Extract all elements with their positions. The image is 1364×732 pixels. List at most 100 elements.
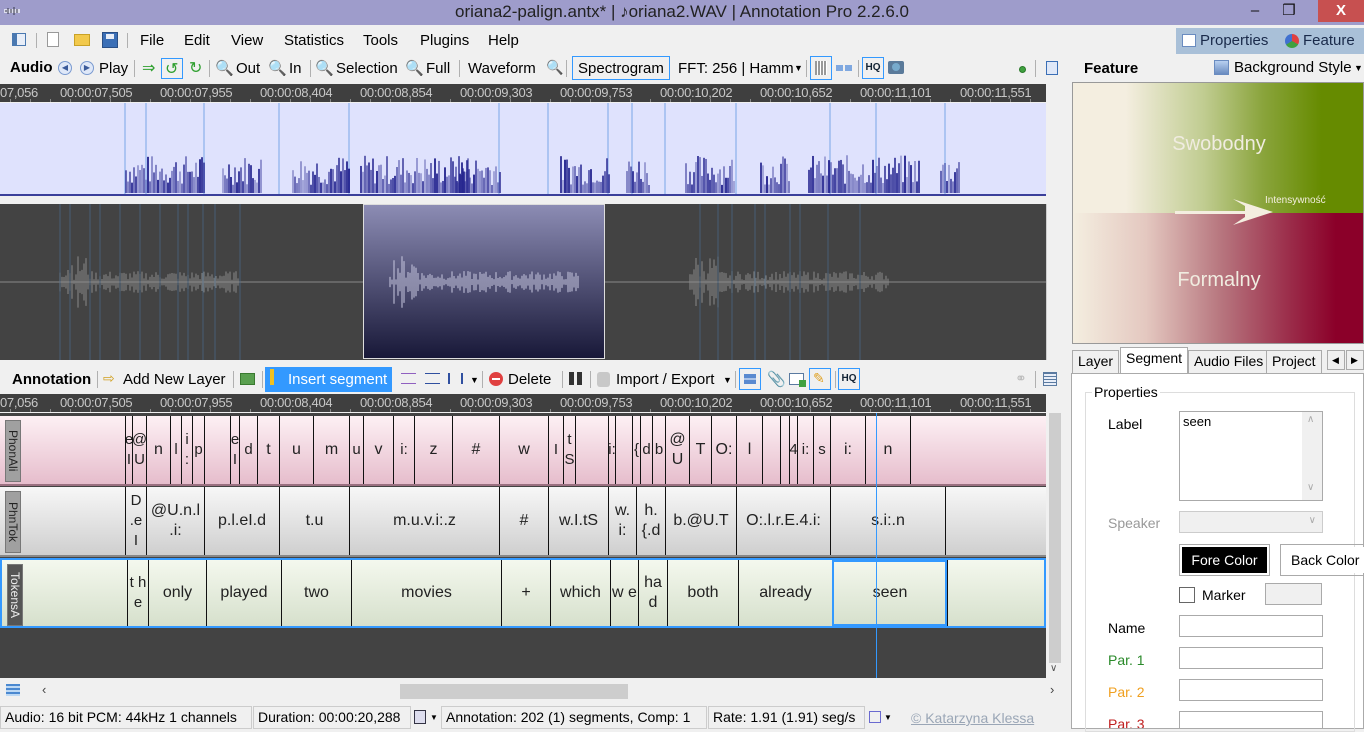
segment[interactable]: i: — [797, 416, 813, 484]
layout-icon[interactable] — [12, 33, 26, 46]
segment[interactable] — [0, 416, 125, 484]
scroll-down-icon[interactable]: ∨ — [1050, 663, 1057, 674]
segment[interactable]: s.i:.n — [830, 487, 945, 555]
horizontal-scrollbar[interactable]: ‹ › — [0, 681, 1066, 701]
mouse-icon[interactable]: ⚭ — [1015, 370, 1027, 387]
segment[interactable] — [0, 487, 125, 555]
zoom-in-button[interactable]: In — [289, 60, 302, 77]
segment[interactable]: # — [499, 487, 548, 555]
layer-phntok[interactable]: PhnTok D .e I @U.n.l .i: p.l.eI.d t.u m.u.v.… — [0, 487, 1046, 557]
layer-phonali[interactable]: PhonAli e I@ Unli :pe Idtumuvi:z#wItSi:{… — [0, 416, 1046, 486]
segment[interactable]: both — [667, 560, 738, 626]
tab-project[interactable]: Project — [1266, 350, 1322, 374]
waveform-overview[interactable] — [0, 204, 1046, 360]
arrow-right-icon[interactable]: ⇒ — [142, 58, 155, 78]
tab-layer[interactable]: Layer — [1072, 350, 1120, 374]
segment[interactable]: m — [313, 416, 349, 484]
segment[interactable]: u — [349, 416, 363, 484]
search-icon[interactable]: 🔍 — [546, 59, 563, 76]
segment[interactable]: v — [363, 416, 393, 484]
layers-icon[interactable] — [240, 373, 255, 385]
zoom-out-button[interactable]: Out — [236, 60, 260, 77]
layers-stack-icon[interactable] — [6, 684, 20, 696]
segment[interactable]: t.u — [279, 487, 349, 555]
speaker-select[interactable]: ∨ — [1179, 511, 1323, 533]
menu-file[interactable]: File — [140, 32, 164, 49]
fore-color-button[interactable]: Fore Color — [1179, 544, 1270, 576]
segment-selected[interactable]: seen — [832, 560, 947, 626]
menu-plugins[interactable]: Plugins — [420, 32, 469, 49]
segment[interactable]: l — [170, 416, 181, 484]
segment[interactable]: movies — [351, 560, 501, 626]
open-folder-icon[interactable] — [74, 34, 90, 46]
layer-tokensa[interactable]: TokensA t h e only played two movies + which w … — [0, 558, 1046, 628]
segment[interactable]: h. {.d — [636, 487, 665, 555]
zoom-full-button[interactable]: Full — [426, 60, 450, 77]
segment[interactable]: @ U — [132, 416, 146, 484]
segment[interactable]: b.@U.T — [665, 487, 736, 555]
back-color-button[interactable]: Back Color — [1280, 544, 1364, 576]
segment[interactable]: # — [452, 416, 499, 484]
tab-segment[interactable]: Segment — [1120, 347, 1189, 374]
segment[interactable]: u — [279, 416, 313, 484]
segment[interactable]: d — [239, 416, 257, 484]
par1-input[interactable] — [1179, 647, 1323, 669]
annotation-hq-toggle[interactable]: HQ — [838, 368, 860, 390]
background-style-button[interactable]: Background Style — [1234, 59, 1352, 76]
chevron-down-icon[interactable]: ▼ — [794, 63, 803, 73]
segment[interactable] — [945, 487, 1046, 555]
copyright-link[interactable]: © Katarzyna Klessa — [911, 710, 1034, 726]
segment[interactable]: only — [148, 560, 206, 626]
segment[interactable]: s — [813, 416, 830, 484]
spectrogram-view[interactable] — [0, 103, 1046, 195]
segment[interactable]: p.l.eI.d — [204, 487, 279, 555]
align-segment-icon[interactable] — [448, 373, 463, 384]
segment[interactable]: b — [652, 416, 665, 484]
label-scrollbar[interactable]: ∧ ∨ — [1302, 412, 1322, 500]
segment[interactable]: e I — [230, 416, 239, 484]
segment[interactable] — [947, 560, 1046, 626]
segment[interactable]: + — [501, 560, 550, 626]
segment[interactable] — [910, 416, 945, 484]
merge-segment-icon[interactable] — [425, 373, 440, 384]
segment[interactable]: already — [738, 560, 832, 626]
tab-scroll-right-icon[interactable]: ▶ — [1346, 350, 1364, 370]
camera-icon[interactable] — [888, 61, 904, 74]
hq-toggle[interactable]: HQ — [862, 57, 884, 79]
split-icon[interactable] — [836, 65, 852, 71]
chevron-down-icon[interactable]: ▼ — [470, 375, 479, 385]
segment[interactable]: w — [499, 416, 548, 484]
segment[interactable]: e I — [125, 416, 132, 484]
segment[interactable]: played — [206, 560, 281, 626]
segment[interactable]: T — [689, 416, 711, 484]
segment[interactable]: d — [640, 416, 652, 484]
segment[interactable] — [780, 416, 789, 484]
menu-view[interactable]: View — [231, 32, 263, 49]
split-segment-icon[interactable] — [401, 373, 416, 384]
segment[interactable]: 4 — [789, 416, 797, 484]
layer-view-toggle[interactable] — [739, 368, 761, 390]
segment[interactable]: O: — [711, 416, 736, 484]
attach-icon[interactable]: 📎 — [767, 370, 786, 388]
tab-feature[interactable]: Feature — [1303, 32, 1355, 49]
export-layer-icon[interactable] — [789, 373, 806, 387]
menu-edit[interactable]: Edit — [184, 32, 210, 49]
segment[interactable]: ha d — [638, 560, 667, 626]
segment[interactable]: l — [736, 416, 762, 484]
par3-input[interactable] — [1179, 711, 1323, 728]
spectrogram-button[interactable]: Spectrogram — [578, 60, 664, 77]
close-button[interactable]: X — [1318, 0, 1364, 22]
edit-mode-toggle[interactable]: ✎ — [809, 368, 831, 390]
segment[interactable]: w e — [610, 560, 638, 626]
delete-button[interactable]: Delete — [508, 371, 551, 388]
menu-help[interactable]: Help — [488, 32, 519, 49]
zoom-selection-button[interactable]: Selection — [336, 60, 398, 77]
play-button[interactable]: Play — [99, 60, 128, 77]
rewind-icon[interactable]: ◀ — [58, 61, 72, 75]
segment[interactable]: I — [548, 416, 563, 484]
chevron-down-icon[interactable]: ▼ — [430, 713, 438, 722]
segment[interactable]: @ U — [665, 416, 689, 484]
segment[interactable]: t h e — [127, 560, 148, 626]
segment[interactable]: O:.l.r.E.4.i: — [736, 487, 830, 555]
chevron-down-icon[interactable]: ▼ — [723, 375, 732, 385]
